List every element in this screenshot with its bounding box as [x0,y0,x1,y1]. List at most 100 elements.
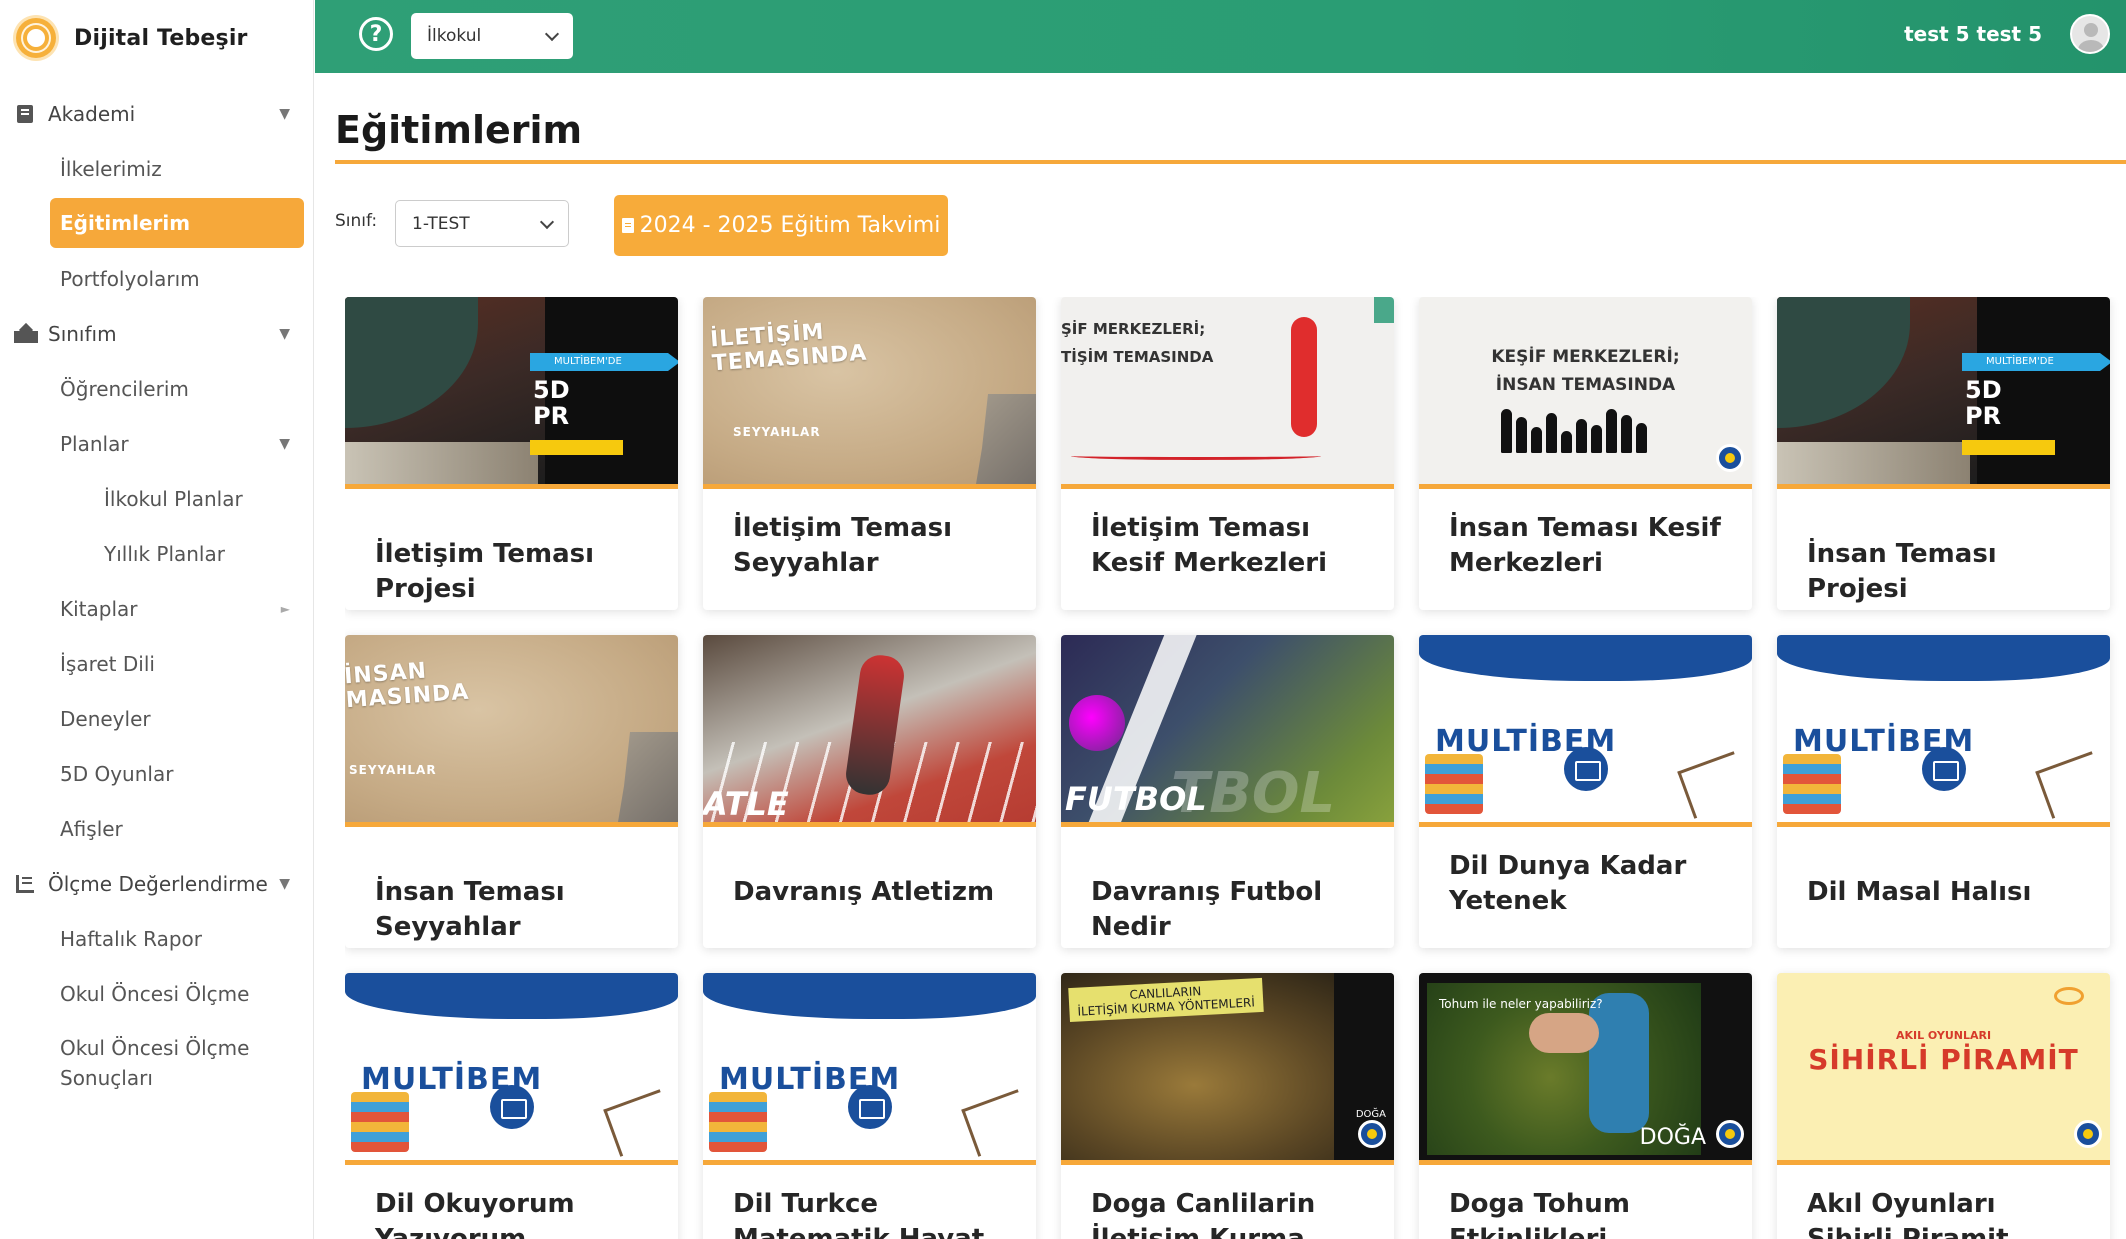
seal-icon [1358,1120,1386,1148]
chart-icon [14,874,36,894]
sidebar-item-okul-oncesi-olcme[interactable]: Okul Öncesi Ölçme [0,966,314,1021]
sidebar: Dijital Tebeşir Akademi ▼ İlkelerimiz Eğ… [0,0,314,1239]
title-divider [335,160,2126,164]
sidebar-item-label: Yıllık Planlar [104,541,225,566]
open-book-icon [1563,747,1608,791]
sidebar-item-label: İlkelerimiz [60,156,162,181]
sidebar-item-label: Portfolyolarım [60,266,200,291]
books-icon [351,1092,409,1152]
course-grid: MULTİBEM'DE 5D PR İletişim Teması Projesi… [345,297,2126,1239]
sidebar-item-isaret-dili[interactable]: İşaret Dili [0,636,314,691]
sidebar-item-egitimlerim[interactable]: Eğitimlerim [50,198,304,248]
course-card[interactable]: MULTİBEM Dil Masal Halısı [1777,635,2110,948]
course-card[interactable]: İLETİŞİM TEMASINDA SEYYAHLAR İletişim Te… [703,297,1036,610]
sidebar-item-ogrencilerim[interactable]: Öğrencilerim [0,361,314,416]
sidebar-item-portfolyolarim[interactable]: Portfolyolarım [0,251,314,306]
course-thumbnail: KEŞİF MERKEZLERİ; İNSAN TEMASINDA [1419,297,1752,489]
course-card[interactable]: MULTİBEM'DE 5D PR İnsan Teması Projesi [1777,297,2110,610]
course-card[interactable]: MULTİBEM Dil Dunya Kadar Yetenek [1419,635,1752,948]
thumb-heading: CANLILARIN İLETİŞİM KURMA YÖNTEMLERİ [1068,977,1264,1023]
sidebar-item-okul-oncesi-olcme-sonuclari[interactable]: Okul Öncesi Ölçme Sonuçları [0,1021,314,1101]
sidebar-item-label: İşaret Dili [60,651,155,676]
thumb-tag: DOĞA [1355,1109,1386,1120]
sidebar-item-label: Haftalık Rapor [60,926,203,951]
thumb-heading: KEŞİF MERKEZLERİ; İNSAN TEMASINDA [1491,347,1680,395]
course-card[interactable]: MULTİBEM'DE 5D PR İletişim Teması Projesi [345,297,678,610]
file-icon [621,218,634,233]
course-title: Davranış Futbol Nedir [1091,877,1323,942]
sidebar-item-planlar[interactable]: Planlar ▼ [0,416,314,471]
course-thumbnail: MULTİBEM'DE 5D PR [1777,297,2110,489]
course-card[interactable]: MULTİBEM Dil Okuyorum Yazıyorum [345,973,678,1239]
course-card[interactable]: CANLILARIN İLETİŞİM KURMA YÖNTEMLERİ DOĞ… [1061,973,1394,1239]
course-thumbnail: ŞİF MERKEZLERİ; TİŞİM TEMASINDA [1061,297,1394,489]
course-card[interactable]: TBOL FUTBOL Davranış Futbol Nedir [1061,635,1394,948]
chevron-down-icon [544,26,560,42]
course-card[interactable]: MULTİBEM Dil Turkce Matematik Hayat Bilg… [703,973,1036,1239]
course-thumbnail: TBOL FUTBOL [1061,635,1394,827]
class-select-value: 1-TEST [412,213,470,234]
course-card[interactable]: ŞİF MERKEZLERİ; TİŞİM TEMASINDA İletişim… [1061,297,1394,610]
sidebar-item-label: Sınıfım [48,321,117,346]
course-title: Akıl Oyunları Sihirli Piramit [1807,1189,2009,1239]
course-title: Dil Masal Halısı [1807,877,2032,907]
course-title: İletişim Teması Kesif Merkezleri [1091,513,1328,578]
caret-right-icon: ► [280,601,290,616]
sidebar-item-akademi[interactable]: Akademi ▼ [0,86,314,141]
brand-name: Dijital Tebeşir [74,25,248,51]
course-title: İletişim Teması Seyyahlar [733,513,953,578]
sidebar-item-label: Eğitimlerim [60,211,191,235]
thumb-question: Tohum ile neler yapabiliriz? [1439,997,1603,1011]
sidebar-item-ilkelerimiz[interactable]: İlkelerimiz [0,141,314,196]
seal-icon [1716,1120,1744,1148]
sidebar-item-ilkokul-planlar[interactable]: İlkokul Planlar [0,471,314,526]
page-title: Eğitimlerim [335,108,583,152]
caret-down-icon: ▼ [279,325,290,342]
thumb-heading: İLETİŞİM TEMASINDA [709,319,869,377]
course-title: İnsan Teması Projesi [1807,539,1997,604]
hand-icon [1529,1013,1599,1053]
thumb-heading: İNSAN MASINDA [345,658,471,714]
sidebar-item-5d-oyunlar[interactable]: 5D Oyunlar [0,746,314,801]
avatar[interactable] [2070,14,2110,54]
course-thumbnail: MULTİBEM [1419,635,1752,827]
sidebar-item-yillik-planlar[interactable]: Yıllık Planlar [0,526,314,581]
thumb-heading: ATLE [703,785,789,823]
user-name[interactable]: test 5 test 5 [1904,22,2042,46]
thumb-5d: 5D [533,376,570,404]
course-card[interactable]: ATLE Davranış Atletizm [703,635,1036,948]
course-title: Dil Dunya Kadar Yetenek [1449,851,1687,916]
thumb-5d: 5D [1965,376,2002,404]
sidebar-item-kitaplar[interactable]: Kitaplar ► [0,581,314,636]
course-thumbnail: MULTİBEM [703,973,1036,1165]
sidebar-item-olcme-degerlendirme[interactable]: Ölçme Değerlendirme ▼ [0,856,314,911]
course-thumbnail: CANLILARIN İLETİŞİM KURMA YÖNTEMLERİ DOĞ… [1061,973,1394,1165]
calendar-button-label: 2024 - 2025 Eğitim Takvimi [639,213,941,238]
course-title: İnsan Teması Seyyahlar [375,877,565,942]
open-book-icon [489,1085,534,1129]
brand[interactable]: Dijital Tebeşir [0,0,313,76]
sidebar-item-haftalik-rapor[interactable]: Haftalık Rapor [0,911,314,966]
course-card[interactable]: KEŞİF MERKEZLERİ; İNSAN TEMASINDA İnsan … [1419,297,1752,610]
calendar-button[interactable]: 2024 - 2025 Eğitim Takvimi [614,195,948,256]
course-title: Doga Tohum Etkinlikleri [1449,1189,1630,1239]
course-card[interactable]: Tohum ile neler yapabiliriz? DOĞA Doga T… [1419,973,1752,1239]
class-select[interactable]: 1-TEST [395,200,569,247]
course-card[interactable]: İNSAN MASINDA SEYYAHLAR İnsan Teması Sey… [345,635,678,948]
thumb-heading: ŞİF MERKEZLERİ; TİŞİM TEMASINDA [1061,320,1214,366]
course-card[interactable]: AKIL OYUNLARI SİHİRLİ PİRAMİT Akıl Oyunl… [1777,973,2110,1239]
course-thumbnail: ATLE [703,635,1036,827]
topbar: ? İlkokul test 5 test 5 [315,0,2126,73]
school-level-select[interactable]: İlkokul [411,13,573,59]
sidebar-item-sinifim[interactable]: Sınıfım ▼ [0,306,314,361]
course-title: Davranış Atletizm [733,877,995,907]
help-icon[interactable]: ? [359,17,393,51]
sidebar-item-label: Kitaplar [60,596,138,621]
thumb-subheading: SEYYAHLAR [733,425,821,439]
sidebar-item-deneyler[interactable]: Deneyler [0,691,314,746]
course-thumbnail: İNSAN MASINDA SEYYAHLAR [345,635,678,827]
school-level-value: İlkokul [427,26,482,46]
thumb-subheading: AKIL OYUNLARI [1895,1029,1992,1042]
sidebar-item-afisler[interactable]: Afişler [0,801,314,856]
sidebar-nav: Akademi ▼ İlkelerimiz Eğitimlerim Portfo… [0,86,314,1101]
